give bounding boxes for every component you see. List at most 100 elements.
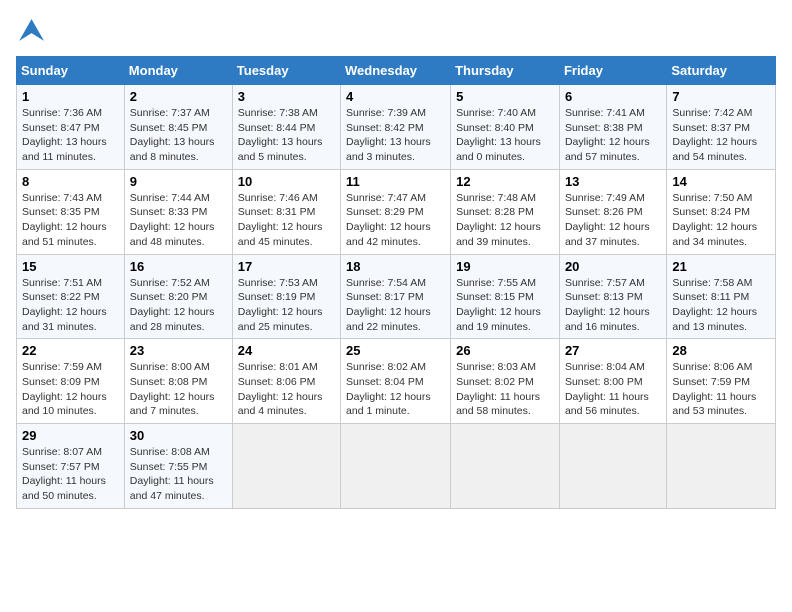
calendar-cell: 30 Sunrise: 8:08 AMSunset: 7:55 PMDayligh… [124,424,232,509]
day-info: Sunrise: 7:39 AMSunset: 8:42 PMDaylight:… [346,106,445,165]
day-info: Sunrise: 7:43 AMSunset: 8:35 PMDaylight:… [22,191,119,250]
calendar-week-row: 22 Sunrise: 7:59 AMSunset: 8:09 PMDayligh… [17,339,776,424]
calendar-cell: 15 Sunrise: 7:51 AMSunset: 8:22 PMDayligh… [17,254,125,339]
day-number: 17 [238,259,335,274]
calendar-cell: 11 Sunrise: 7:47 AMSunset: 8:29 PMDayligh… [341,169,451,254]
day-info: Sunrise: 8:04 AMSunset: 8:00 PMDaylight:… [565,360,661,419]
day-number: 10 [238,174,335,189]
day-number: 26 [456,343,554,358]
day-number: 2 [130,89,227,104]
day-number: 14 [672,174,770,189]
calendar-cell: 18Sunrise: 7:54 AMSunset: 8:17 PMDayligh… [341,254,451,339]
calendar-cell: 16 Sunrise: 7:52 AMSunset: 8:20 PMDayligh… [124,254,232,339]
logo [16,16,48,44]
calendar-cell: 14 Sunrise: 7:50 AMSunset: 8:24 PMDayligh… [667,169,776,254]
day-info: Sunrise: 7:40 AMSunset: 8:40 PMDaylight:… [456,106,554,165]
day-number: 27 [565,343,661,358]
calendar-week-row: 29Sunrise: 8:07 AMSunset: 7:57 PMDayligh… [17,424,776,509]
weekday-header: Sunday [17,57,125,85]
day-number: 13 [565,174,661,189]
day-number: 24 [238,343,335,358]
day-info: Sunrise: 7:37 AMSunset: 8:45 PMDaylight:… [130,106,227,165]
day-number: 20 [565,259,661,274]
day-info: Sunrise: 7:59 AMSunset: 8:09 PMDaylight:… [22,360,119,419]
day-number: 18 [346,259,445,274]
calendar-cell [341,424,451,509]
day-info: Sunrise: 7:53 AMSunset: 8:19 PMDaylight:… [238,276,335,335]
weekday-header: Thursday [451,57,560,85]
calendar-header-row: SundayMondayTuesdayWednesdayThursdayFrid… [17,57,776,85]
day-info: Sunrise: 8:01 AMSunset: 8:06 PMDaylight:… [238,360,335,419]
day-number: 9 [130,174,227,189]
calendar-cell [232,424,340,509]
calendar-cell: 8Sunrise: 7:43 AMSunset: 8:35 PMDaylight… [17,169,125,254]
day-info: Sunrise: 8:07 AMSunset: 7:57 PMDaylight:… [22,445,119,504]
day-number: 21 [672,259,770,274]
day-number: 5 [456,89,554,104]
calendar-cell: 2 Sunrise: 7:37 AMSunset: 8:45 PMDaylight… [124,85,232,170]
calendar-cell: 21Sunrise: 7:58 AMSunset: 8:11 PMDayligh… [667,254,776,339]
weekday-header: Monday [124,57,232,85]
weekday-header: Tuesday [232,57,340,85]
calendar-cell [559,424,666,509]
calendar-cell: 4 Sunrise: 7:39 AMSunset: 8:42 PMDaylight… [341,85,451,170]
day-number: 30 [130,428,227,443]
weekday-header: Saturday [667,57,776,85]
day-info: Sunrise: 7:49 AMSunset: 8:26 PMDaylight:… [565,191,661,250]
calendar-cell: 17 Sunrise: 7:53 AMSunset: 8:19 PMDayligh… [232,254,340,339]
calendar-cell [667,424,776,509]
day-info: Sunrise: 8:08 AMSunset: 7:55 PMDaylight:… [130,445,227,504]
logo-icon [16,16,44,44]
calendar-cell: 24 Sunrise: 8:01 AMSunset: 8:06 PMDayligh… [232,339,340,424]
calendar-cell: 20 Sunrise: 7:57 AMSunset: 8:13 PMDayligh… [559,254,666,339]
calendar-cell: 25 Sunrise: 8:02 AMSunset: 8:04 PMDayligh… [341,339,451,424]
day-number: 16 [130,259,227,274]
calendar-cell: 1 Sunrise: 7:36 AMSunset: 8:47 PMDaylight… [17,85,125,170]
day-info: Sunrise: 7:41 AMSunset: 8:38 PMDaylight:… [565,106,661,165]
calendar-week-row: 15 Sunrise: 7:51 AMSunset: 8:22 PMDayligh… [17,254,776,339]
day-info: Sunrise: 7:46 AMSunset: 8:31 PMDaylight:… [238,191,335,250]
calendar-cell: 23 Sunrise: 8:00 AMSunset: 8:08 PMDayligh… [124,339,232,424]
day-info: Sunrise: 7:55 AMSunset: 8:15 PMDaylight:… [456,276,554,335]
day-info: Sunrise: 7:42 AMSunset: 8:37 PMDaylight:… [672,106,770,165]
day-info: Sunrise: 7:47 AMSunset: 8:29 PMDaylight:… [346,191,445,250]
day-number: 28 [672,343,770,358]
day-info: Sunrise: 7:50 AMSunset: 8:24 PMDaylight:… [672,191,770,250]
calendar-week-row: 1 Sunrise: 7:36 AMSunset: 8:47 PMDaylight… [17,85,776,170]
day-info: Sunrise: 7:38 AMSunset: 8:44 PMDaylight:… [238,106,335,165]
calendar-cell [451,424,560,509]
calendar-cell: 19 Sunrise: 7:55 AMSunset: 8:15 PMDayligh… [451,254,560,339]
day-number: 4 [346,89,445,104]
calendar-cell: 12Sunrise: 7:48 AMSunset: 8:28 PMDayligh… [451,169,560,254]
calendar-cell: 5 Sunrise: 7:40 AMSunset: 8:40 PMDaylight… [451,85,560,170]
day-info: Sunrise: 8:06 AMSunset: 7:59 PMDaylight:… [672,360,770,419]
day-info: Sunrise: 7:48 AMSunset: 8:28 PMDaylight:… [456,191,554,250]
calendar-cell: 28 Sunrise: 8:06 AMSunset: 7:59 PMDayligh… [667,339,776,424]
day-number: 11 [346,174,445,189]
day-number: 1 [22,89,119,104]
day-number: 15 [22,259,119,274]
day-info: Sunrise: 8:02 AMSunset: 8:04 PMDaylight:… [346,360,445,419]
calendar-table: SundayMondayTuesdayWednesdayThursdayFrid… [16,56,776,509]
day-info: Sunrise: 7:36 AMSunset: 8:47 PMDaylight:… [22,106,119,165]
day-info: Sunrise: 8:00 AMSunset: 8:08 PMDaylight:… [130,360,227,419]
day-number: 6 [565,89,661,104]
day-number: 3 [238,89,335,104]
day-number: 25 [346,343,445,358]
calendar-cell: 29Sunrise: 8:07 AMSunset: 7:57 PMDayligh… [17,424,125,509]
calendar-cell: 7Sunrise: 7:42 AMSunset: 8:37 PMDaylight… [667,85,776,170]
day-number: 22 [22,343,119,358]
calendar-cell: 27 Sunrise: 8:04 AMSunset: 8:00 PMDayligh… [559,339,666,424]
weekday-header: Friday [559,57,666,85]
calendar-cell: 26Sunrise: 8:03 AMSunset: 8:02 PMDayligh… [451,339,560,424]
day-number: 23 [130,343,227,358]
day-info: Sunrise: 7:51 AMSunset: 8:22 PMDaylight:… [22,276,119,335]
day-info: Sunrise: 7:57 AMSunset: 8:13 PMDaylight:… [565,276,661,335]
calendar-cell: 13 Sunrise: 7:49 AMSunset: 8:26 PMDayligh… [559,169,666,254]
page-header [16,16,776,44]
day-info: Sunrise: 7:52 AMSunset: 8:20 PMDaylight:… [130,276,227,335]
calendar-cell: 6 Sunrise: 7:41 AMSunset: 8:38 PMDaylight… [559,85,666,170]
calendar-cell: 9Sunrise: 7:44 AMSunset: 8:33 PMDaylight… [124,169,232,254]
calendar-week-row: 8Sunrise: 7:43 AMSunset: 8:35 PMDaylight… [17,169,776,254]
day-number: 19 [456,259,554,274]
